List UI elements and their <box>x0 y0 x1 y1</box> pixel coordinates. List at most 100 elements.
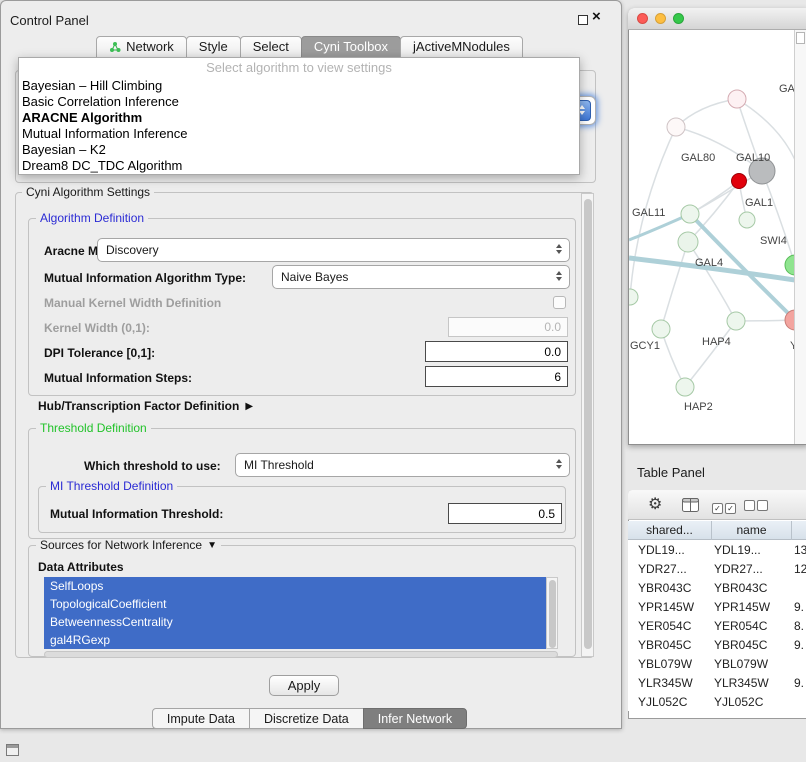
network-node[interactable] <box>629 289 638 305</box>
table-row[interactable]: YJL052C YJL052C <box>628 692 806 711</box>
dropdown-item[interactable]: Bayesian – K2 <box>19 142 579 158</box>
hub-section-header[interactable]: Hub/Transcription Factor Definition ▶ <box>38 399 253 413</box>
unchecked-box-icon <box>757 500 768 511</box>
network-node-red[interactable] <box>732 174 747 189</box>
cell-name: YPR145W <box>710 600 790 614</box>
dropdown-item[interactable]: Mutual Information Inference <box>19 126 579 142</box>
node-label-hap2: HAP2 <box>684 401 713 413</box>
zoom-traffic-light[interactable] <box>673 13 684 24</box>
network-node-gal1[interactable] <box>739 212 755 228</box>
tab-jactivemnodules[interactable]: jActiveMNodules <box>400 36 523 58</box>
sources-title: Sources for Network Inference <box>40 539 202 552</box>
dropdown-item[interactable]: Dream8 DC_TDC Algorithm <box>19 158 579 174</box>
aracne-mode-select[interactable]: Discovery <box>97 238 570 262</box>
tab-label: Impute Data <box>167 712 235 726</box>
attribute-item-selected[interactable]: SelfLoops <box>44 577 546 595</box>
cell-shared: YBL079W <box>628 657 710 671</box>
settings-scrollbar[interactable] <box>581 193 594 657</box>
chevron-updown-icon <box>556 459 562 469</box>
tab-style[interactable]: Style <box>186 36 241 58</box>
mi-type-select[interactable]: Naive Bayes <box>272 265 570 289</box>
select-all-checks-icon[interactable]: ✓✓ <box>712 500 738 514</box>
network-node-gal11[interactable] <box>681 205 699 223</box>
network-edge <box>685 321 736 387</box>
table-row[interactable]: YER054C YER054C 8. <box>628 616 806 635</box>
close-icon[interactable]: × <box>592 8 601 26</box>
cell-name: YDL19... <box>710 543 790 557</box>
column-header-shared[interactable]: shared... <box>628 521 712 540</box>
table-row[interactable]: YBR045C YBR045C 9. <box>628 635 806 654</box>
columns-icon[interactable] <box>682 498 699 512</box>
network-node-gal4[interactable] <box>678 232 698 252</box>
mi-type-value: Naive Bayes <box>281 270 348 284</box>
network-canvas[interactable]: GAL GAL80 GAL10 GAL11 GAL1 SWI4 GAL4 GCY… <box>629 30 795 444</box>
attributes-list-scrollbar[interactable] <box>546 577 558 649</box>
table-row[interactable]: YDL19... YDL19... 13 <box>628 540 806 559</box>
control-panel-title: Control Panel <box>10 13 89 28</box>
table-row[interactable]: YPR145W YPR145W 9. <box>628 597 806 616</box>
network-node[interactable] <box>728 90 746 108</box>
attribute-item-selected[interactable]: BetweennessCentrality <box>44 613 546 631</box>
attributes-scrollbar-thumb[interactable] <box>549 580 556 648</box>
cell-name: YLR345W <box>710 676 790 690</box>
expand-down-icon[interactable]: ▼ <box>207 539 217 552</box>
cell-value: 12 <box>790 562 806 576</box>
network-scrollbar-button[interactable] <box>796 32 805 44</box>
checked-box-icon: ✓ <box>712 503 723 514</box>
sources-title-row[interactable]: Sources for Network Inference ▼ <box>36 539 221 552</box>
manual-kernel-label: Manual Kernel Width Definition <box>44 296 221 310</box>
tab-discretize-data[interactable]: Discretize Data <box>249 708 364 729</box>
tab-network[interactable]: Network <box>96 36 187 58</box>
manual-kernel-checkbox[interactable] <box>553 296 566 309</box>
float-window-icon[interactable] <box>578 15 588 25</box>
cell-value: 9. <box>790 676 804 690</box>
column-header-extra[interactable] <box>792 521 806 540</box>
mi-steps-field[interactable]: 6 <box>425 366 568 387</box>
attribute-item-selected[interactable]: TopologicalCoefficient <box>44 595 546 613</box>
gear-icon[interactable]: ⚙ <box>648 494 662 514</box>
screen: Control Panel × Network Style Select Cyn… <box>0 0 806 762</box>
cyni-settings-title: Cyni Algorithm Settings <box>22 186 154 199</box>
table-row[interactable]: YDR27... YDR27... 12 <box>628 559 806 578</box>
kernel-width-field[interactable]: 0.0 <box>448 317 568 337</box>
column-header-name[interactable]: name <box>712 521 792 540</box>
tab-cyni-toolbox[interactable]: Cyni Toolbox <box>301 36 401 58</box>
mi-threshold-field[interactable]: 0.5 <box>448 503 562 524</box>
network-node-gcy1[interactable] <box>652 320 670 338</box>
control-panel-tabbar: Network Style Select Cyni Toolbox jActiv… <box>0 36 620 58</box>
network-node-hap2[interactable] <box>676 378 694 396</box>
table-row[interactable]: YBL079W YBL079W <box>628 654 806 673</box>
tab-impute-data[interactable]: Impute Data <box>152 708 250 729</box>
table-row[interactable]: YBR043C YBR043C <box>628 578 806 597</box>
network-window-titlebar[interactable] <box>628 8 806 30</box>
dropdown-item[interactable]: Basic Correlation Inference <box>19 94 579 110</box>
close-traffic-light[interactable] <box>637 13 648 24</box>
dpi-tolerance-field[interactable]: 0.0 <box>425 341 568 362</box>
network-node-gal80[interactable] <box>667 118 685 136</box>
kernel-width-label: Kernel Width (0,1): <box>44 321 150 335</box>
hub-section-label: Hub/Transcription Factor Definition <box>38 399 239 413</box>
node-label-hap4: HAP4 <box>702 336 731 348</box>
mi-type-label: Mutual Information Algorithm Type: <box>44 271 246 285</box>
minimize-traffic-light[interactable] <box>655 13 666 24</box>
cell-shared: YLR345W <box>628 676 710 690</box>
dropdown-item-selected[interactable]: ARACNE Algorithm <box>19 110 579 126</box>
attribute-item-selected[interactable]: gal4RGexp <box>44 631 546 649</box>
tab-infer-network[interactable]: Infer Network <box>363 708 467 729</box>
dropdown-item[interactable]: Bayesian – Hill Climbing <box>19 78 579 94</box>
cell-value: 8. <box>790 619 804 633</box>
deselect-all-checks-icon[interactable] <box>744 500 770 514</box>
which-threshold-select[interactable]: MI Threshold <box>235 453 570 477</box>
cell-name: YBR045C <box>710 638 790 652</box>
attributes-horizontal-scrollbar[interactable] <box>44 651 558 658</box>
table-panel-title: Table Panel <box>637 465 705 480</box>
network-node-hap4[interactable] <box>727 312 745 330</box>
docked-panel-icon[interactable] <box>6 744 19 756</box>
network-scrollbar[interactable] <box>794 30 806 444</box>
settings-scrollbar-thumb[interactable] <box>584 199 592 649</box>
tab-label: jActiveMNodules <box>413 36 510 58</box>
apply-button[interactable]: Apply <box>269 675 339 696</box>
collapse-right-icon[interactable]: ▶ <box>245 401 253 412</box>
table-row[interactable]: YLR345W YLR345W 9. <box>628 673 806 692</box>
tab-select[interactable]: Select <box>240 36 302 58</box>
